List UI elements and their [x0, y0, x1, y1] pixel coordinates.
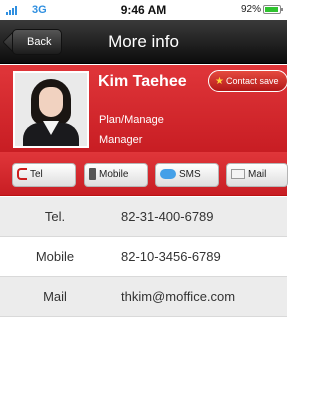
- contact-info-list: Tel. 82-31-400-6789 Mobile 82-10-3456-67…: [0, 197, 287, 317]
- info-label: Mail: [43, 289, 67, 304]
- info-label: Tel.: [44, 209, 66, 224]
- battery-icon: [263, 5, 283, 14]
- mobile-button-label: Mobile: [99, 169, 129, 180]
- sms-button-label: SMS: [179, 169, 201, 180]
- info-row-tel[interactable]: Tel. 82-31-400-6789: [0, 197, 287, 237]
- sms-icon: [160, 169, 176, 180]
- contact-department: Plan/Manage: [99, 114, 164, 126]
- navigation-bar: Back More info: [0, 20, 287, 64]
- contact-name: Kim Taehee: [98, 73, 187, 90]
- mobile-icon: [89, 168, 96, 181]
- back-button[interactable]: Back: [12, 29, 63, 55]
- info-value: thkim@moffice.com: [121, 289, 236, 304]
- action-bar: Tel Mobile SMS Mail: [0, 152, 288, 196]
- info-row-mobile[interactable]: Mobile 82-10-3456-6789: [0, 237, 287, 277]
- info-value: 82-31-400-6789: [121, 209, 214, 224]
- profile-photo: [13, 71, 89, 148]
- tel-button[interactable]: Tel: [12, 163, 76, 187]
- mobile-button[interactable]: Mobile: [84, 163, 148, 187]
- info-row-mail[interactable]: Mail thkim@moffice.com: [0, 277, 287, 317]
- contact-save-button[interactable]: ★ Contact save: [208, 70, 288, 92]
- profile-header: Kim Taehee ★ Contact save Plan/Manage Man…: [0, 65, 288, 152]
- mail-button[interactable]: Mail: [226, 163, 288, 187]
- battery-percent: 92%: [240, 4, 261, 15]
- info-label: Mobile: [35, 249, 75, 264]
- phone-icon: [17, 168, 27, 181]
- info-value: 82-10-3456-6789: [121, 249, 221, 264]
- contact-position: Manager: [99, 134, 143, 146]
- mail-icon: [231, 169, 245, 180]
- contact-save-label: Contact save: [225, 76, 279, 86]
- tel-button-label: Tel: [30, 169, 43, 180]
- sms-button[interactable]: SMS: [155, 163, 219, 187]
- star-icon: ★: [215, 76, 224, 87]
- status-bar: 3G 9:46 AM 92%: [0, 0, 287, 20]
- mail-button-label: Mail: [248, 169, 267, 180]
